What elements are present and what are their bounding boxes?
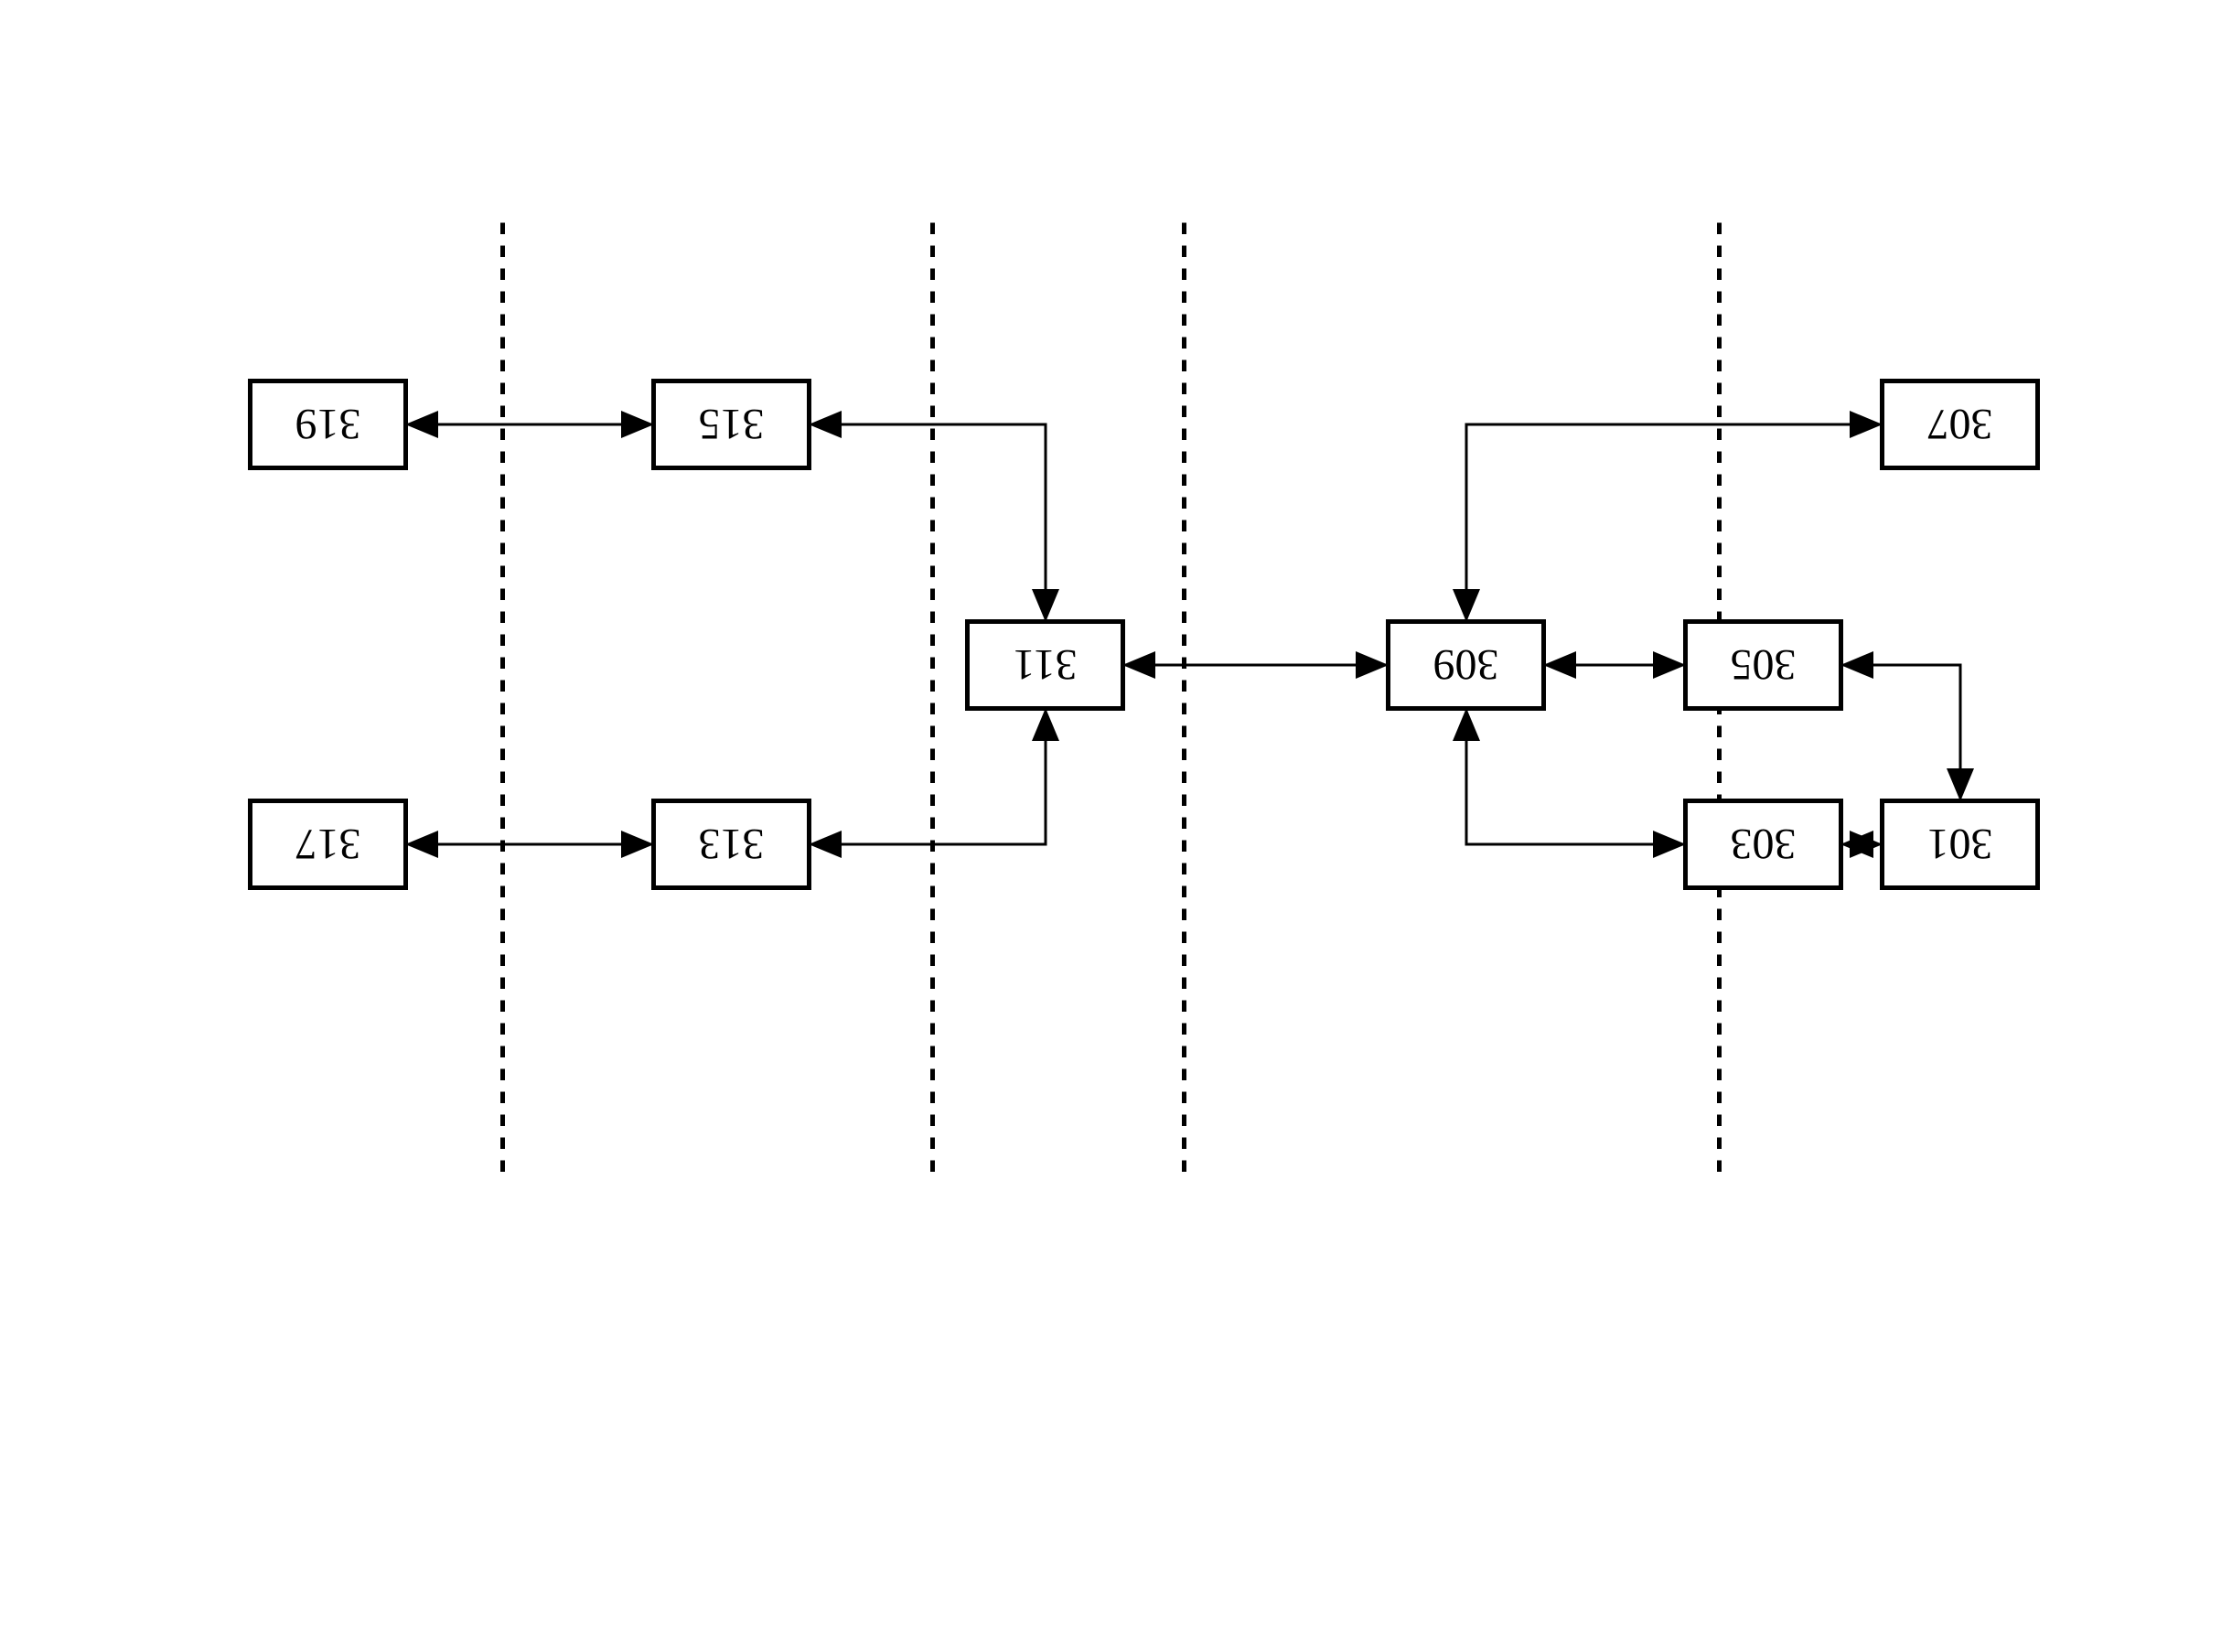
node-315-label: 315 — [699, 400, 765, 450]
node-319: 319 — [248, 379, 408, 470]
swimlane-divider-2 — [1182, 211, 1186, 1172]
node-311: 311 — [965, 619, 1125, 711]
connector-311-313 — [811, 711, 1046, 844]
node-307: 307 — [1880, 379, 2040, 470]
node-301-label: 301 — [1927, 820, 1993, 870]
connector-309-307 — [1466, 424, 1880, 619]
node-317-label: 317 — [295, 820, 361, 870]
node-313-label: 313 — [699, 820, 765, 870]
swimlane-divider-4 — [500, 211, 505, 1172]
node-307-label: 307 — [1927, 400, 1993, 450]
node-309-label: 309 — [1433, 640, 1499, 691]
node-317: 317 — [248, 799, 408, 890]
diagram-container: 301 303 305 307 309 311 313 315 317 319 — [0, 0, 2232, 1652]
connector-303-309 — [1466, 711, 1683, 844]
node-303: 303 — [1683, 799, 1843, 890]
node-313: 313 — [651, 799, 811, 890]
node-315: 315 — [651, 379, 811, 470]
connector-301-305 — [1843, 665, 1960, 799]
node-309: 309 — [1386, 619, 1546, 711]
node-305-label: 305 — [1731, 640, 1797, 691]
swimlane-divider-3 — [930, 211, 935, 1172]
connector-311-315 — [811, 424, 1046, 619]
node-311-label: 311 — [1013, 640, 1077, 691]
node-305: 305 — [1683, 619, 1843, 711]
node-319-label: 319 — [295, 400, 361, 450]
node-303-label: 303 — [1731, 820, 1797, 870]
node-301: 301 — [1880, 799, 2040, 890]
